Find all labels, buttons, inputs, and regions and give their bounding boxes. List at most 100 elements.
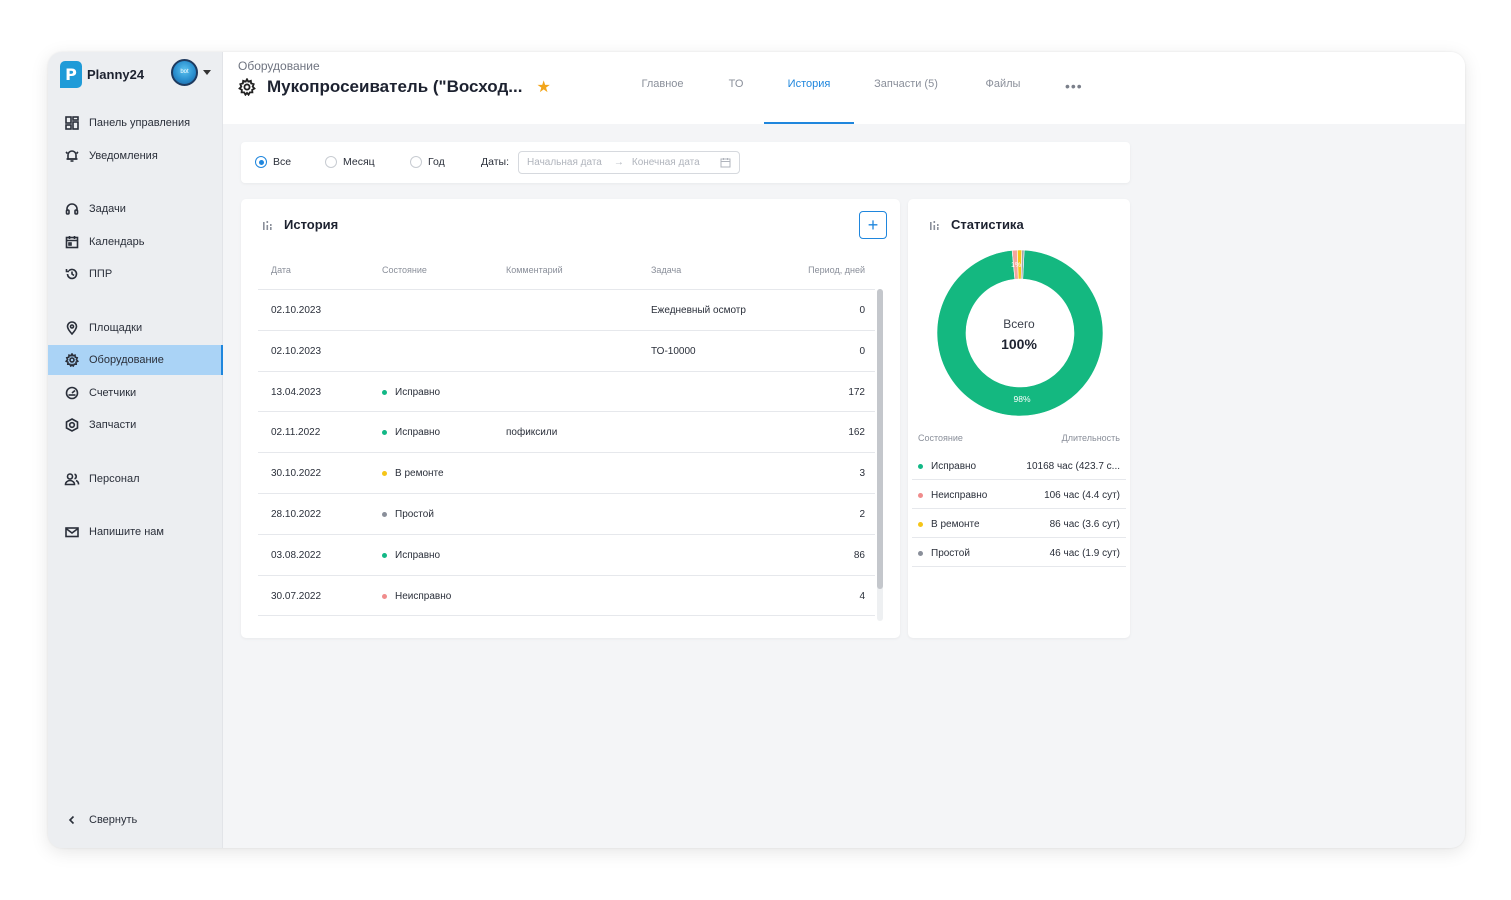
tab-history[interactable]: История [764, 78, 854, 124]
tab-maintenance[interactable]: ТО [713, 78, 759, 124]
sidebar-item-contact[interactable]: Напишите нам [48, 517, 223, 547]
end-date-field[interactable]: Конечная дата [632, 157, 700, 168]
legend-label: Неисправно [931, 490, 988, 501]
table-row[interactable]: 30.10.2022 В ремонте 3 [258, 452, 875, 493]
bell-icon [64, 148, 80, 164]
calendar-icon [720, 157, 731, 168]
cell-status: В ремонте [382, 468, 444, 479]
legend-value: 46 час (1.9 сут) [1049, 548, 1120, 559]
table-row[interactable]: 28.10.2022 Простой 2 [258, 493, 875, 534]
radio-label: Все [273, 156, 292, 168]
cell-period: 3 [859, 468, 865, 480]
stats-row: Простой 46 час (1.9 сут) [912, 538, 1126, 567]
status-text: Исправно [395, 427, 441, 439]
sidebar-item-label: Счетчики [89, 387, 137, 399]
sidebar-item-equipment[interactable]: Оборудование [48, 345, 223, 375]
column-header-period[interactable]: Период, дней [793, 265, 865, 275]
cell-period: 172 [848, 386, 865, 398]
radio-checked-icon [255, 156, 267, 168]
start-date-field[interactable]: Начальная дата [527, 157, 602, 168]
favorite-star-icon[interactable]: ★ [536, 77, 550, 97]
chevron-down-icon [203, 69, 211, 75]
page-header: Оборудование Мукопросеиватель ("Восход..… [223, 52, 1465, 124]
cell-date: 30.07.2022 [271, 590, 322, 602]
table-row[interactable]: 03.08.2022 Исправно 86 [258, 533, 875, 575]
dates-label: Даты: [481, 156, 509, 168]
cell-date: 13.04.2023 [271, 386, 322, 398]
cell-period: 162 [848, 427, 865, 439]
sidebar-item-notifications[interactable]: Уведомления [48, 141, 223, 171]
legend-value: 86 час (3.6 сут) [1049, 519, 1120, 530]
sidebar-item-calendar[interactable]: Календарь [48, 227, 223, 257]
status-text: В ремонте [395, 468, 444, 480]
radio-year[interactable]: Год [410, 156, 445, 168]
app-name: Planny24 [87, 66, 145, 82]
stats-column-duration: Длительность [1061, 433, 1120, 443]
cell-date: 02.10.2023 [271, 345, 322, 357]
sidebar-item-label: Запчасти [89, 419, 137, 431]
gear-icon [64, 352, 80, 368]
radio-unchecked-icon [325, 156, 337, 168]
sidebar-item-sites[interactable]: Площадки [48, 313, 223, 343]
column-header-task[interactable]: Задача [651, 265, 681, 275]
dashboard-icon [64, 115, 80, 131]
breadcrumb[interactable]: Оборудование [238, 59, 320, 73]
column-header-comment[interactable]: Комментарий [506, 265, 563, 275]
stats-title: Статистика [929, 217, 1024, 232]
card-title-text: История [284, 217, 339, 232]
donut-slice-label: 98% [1013, 394, 1030, 404]
sidebar-item-staff[interactable]: Персонал [48, 464, 223, 494]
radio-label: Год [428, 156, 445, 168]
column-header-date[interactable]: Дата [271, 265, 291, 275]
sidebar-item-label: Задачи [89, 203, 126, 215]
sidebar-item-ppr[interactable]: ППР [48, 259, 223, 289]
scrollbar-thumb[interactable] [877, 289, 883, 589]
tab-parts[interactable]: Запчасти (5) [866, 78, 946, 124]
table-row[interactable]: 13.04.2023 Исправно 172 [258, 370, 875, 412]
radio-month[interactable]: Месяц [325, 156, 375, 168]
avatar: bot [171, 58, 198, 86]
status-dot-icon [382, 552, 387, 558]
sidebar-item-label: Календарь [89, 236, 145, 248]
sidebar-item-label: Площадки [89, 322, 143, 334]
add-history-button[interactable]: + [859, 211, 887, 239]
legend-label: Простой [931, 548, 970, 559]
date-range-picker[interactable]: Начальная дата → Конечная дата [518, 151, 740, 174]
sidebar-item-counters[interactable]: Счетчики [48, 378, 223, 408]
headset-icon [64, 201, 80, 217]
collapse-label: Свернуть [89, 814, 138, 826]
cell-status: Исправно [382, 550, 440, 561]
cell-date: 28.10.2022 [271, 509, 322, 520]
more-tabs-icon[interactable]: ••• [1065, 78, 1083, 94]
tab-files[interactable]: Файлы [975, 78, 1031, 124]
status-text: Исправно [395, 386, 441, 398]
table-row[interactable]: 30.07.2022 Неисправно 4 [258, 574, 875, 616]
radio-all[interactable]: Все [255, 156, 291, 168]
status-text: Неисправно [395, 590, 452, 602]
table-row[interactable]: 02.10.2023 Ежедневный осмотр 0 [258, 289, 875, 330]
column-header-status[interactable]: Состояние [382, 265, 427, 275]
cell-status: Исправно [382, 387, 440, 398]
table-row[interactable]: 02.11.2022 Исправно пофиксили 162 [258, 411, 875, 452]
status-dot-icon [382, 430, 387, 436]
sidebar-item-tasks[interactable]: Задачи [48, 194, 223, 224]
sidebar-item-dashboard[interactable]: Панель управления [48, 108, 223, 138]
cell-period: 86 [853, 549, 865, 561]
legend-dot-icon [918, 551, 923, 556]
status-text: Простой [395, 509, 434, 520]
page-title: Мукопросеиватель ("Восход... [267, 77, 523, 96]
cell-status: Неисправно [382, 591, 451, 602]
tab-main[interactable]: Главное [625, 78, 700, 124]
status-dot-icon [382, 471, 387, 477]
cell-period: 4 [859, 590, 865, 602]
collapse-sidebar-button[interactable]: Свернуть [48, 805, 223, 835]
history-card: История + Дата Состояние Комментарий Зад… [241, 199, 900, 638]
sidebar-item-parts[interactable]: Запчасти [48, 410, 223, 440]
calendar-icon [64, 234, 80, 250]
account-menu[interactable]: bot [171, 58, 211, 86]
app-logo: P [60, 60, 82, 88]
donut-total-label: Всего [1003, 317, 1035, 331]
table-row[interactable]: 02.10.2023 ТО-10000 0 [258, 329, 875, 371]
cell-date: 03.08.2022 [271, 549, 322, 561]
legend-value: 10168 час (423.7 с... [1026, 461, 1120, 472]
